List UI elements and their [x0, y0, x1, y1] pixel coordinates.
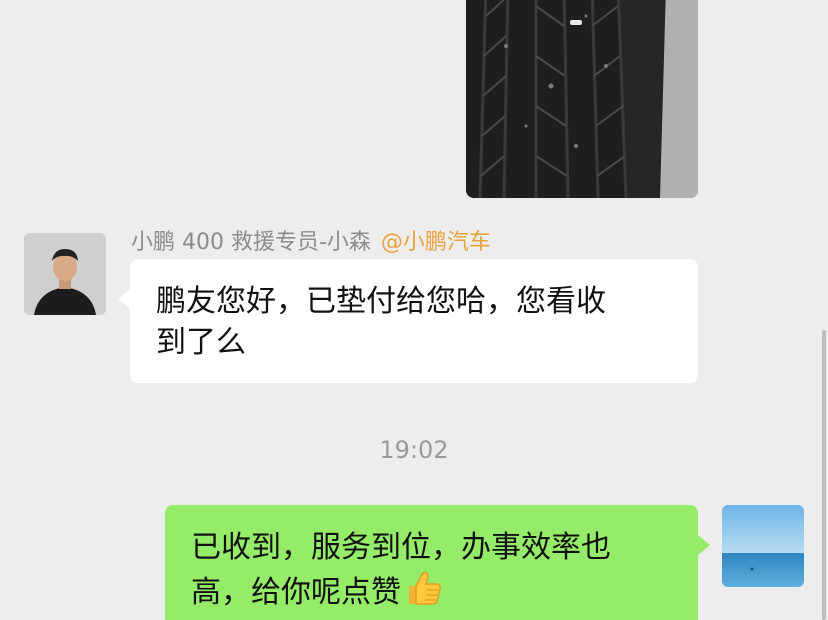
- sender-name: 小鹏 400 救援专员-小森: [131, 230, 371, 255]
- chat-view: 小鹏 400 救援专员-小森 @小鹏汽车 鹏友您好，已垫付给您哈，您看收 到了么 …: [0, 0, 828, 620]
- my-avatar[interactable]: [722, 505, 804, 587]
- agent-avatar-image: [24, 233, 106, 315]
- incoming-message-line-2: 到了么: [156, 325, 246, 360]
- incoming-message-bubble[interactable]: 鹏友您好，已垫付给您哈，您看收 到了么: [118, 259, 698, 383]
- incoming-message-line-1: 鹏友您好，已垫付给您哈，您看收: [156, 284, 606, 319]
- thumbs-up-icon: [403, 568, 443, 619]
- message-timestamp: 19:02: [379, 436, 449, 464]
- outgoing-message-line-1: 已收到，服务到位，办事效率也: [191, 530, 611, 565]
- outgoing-message-bubble[interactable]: 已收到，服务到位，办事效率也 高，给你呢点赞: [165, 505, 710, 620]
- agent-avatar[interactable]: [24, 233, 106, 315]
- outgoing-message-line-2-wrap: 高，给你呢点赞: [191, 568, 672, 619]
- sea-avatar-image: [722, 505, 804, 587]
- sender-company-tag[interactable]: @小鹏汽车: [381, 230, 491, 255]
- outgoing-message-line-2: 高，给你呢点赞: [191, 575, 401, 610]
- sender-name-line: 小鹏 400 救援专员-小森 @小鹏汽车: [131, 224, 491, 256]
- tire-photo: [466, 0, 698, 198]
- tire-photo-message[interactable]: [466, 0, 698, 198]
- scrollbar[interactable]: [822, 330, 826, 620]
